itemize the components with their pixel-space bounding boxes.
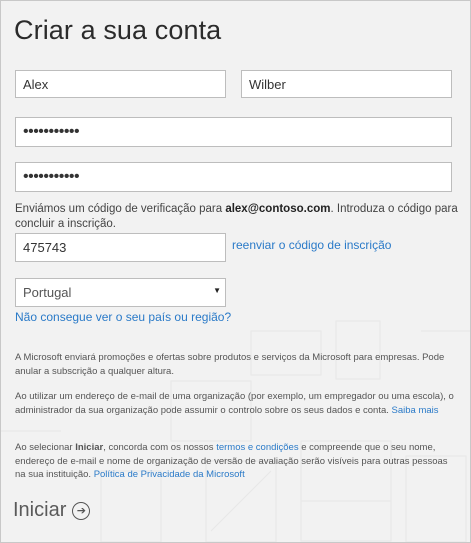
verification-code-input[interactable]: 475743 — [15, 233, 226, 262]
promo-notice: A Microsoft enviará promoções e ofertas … — [15, 352, 445, 377]
verification-message: Enviámos um código de verificação para a… — [15, 202, 461, 232]
last-name-input[interactable]: Wilber — [241, 70, 452, 98]
start-button-label: Iniciar — [13, 499, 67, 521]
consent-middle: , concorda com os nossos — [103, 442, 217, 453]
email-address: alex@contoso.com — [225, 203, 331, 215]
privacy-policy-link[interactable]: Política de Privacidade da Microsoft — [94, 469, 245, 480]
verification-text-before: Enviámos um código de verificação para — [15, 203, 226, 215]
dropdown-arrow-icon: ▼ — [213, 286, 221, 295]
country-select[interactable]: Portugal ▼ — [15, 278, 226, 307]
consent-notice: Ao selecionar Iniciar, concorda com os n… — [15, 441, 457, 482]
learn-more-link[interactable]: Saiba mais — [392, 405, 439, 416]
org-notice: Ao utilizar um endereço de e-mail de uma… — [15, 390, 457, 417]
resend-code-link[interactable]: reenviar o código de inscrição — [232, 238, 391, 252]
password-input[interactable]: ••••••••••• — [15, 117, 452, 147]
signup-panel: Criar a sua conta Alex Wilber ••••••••••… — [0, 0, 471, 543]
start-button[interactable]: Iniciar ➔ — [13, 499, 91, 522]
first-name-input[interactable]: Alex — [15, 70, 226, 98]
terms-link[interactable]: termos e condições — [216, 442, 298, 453]
org-notice-text: Ao utilizar um endereço de e-mail de uma… — [15, 391, 454, 416]
country-selected-value: Portugal — [23, 285, 72, 300]
consent-start-word: Iniciar — [75, 442, 104, 453]
consent-prefix: Ao selecionar — [15, 442, 76, 453]
country-help-link[interactable]: Não consegue ver o seu país ou região? — [15, 310, 231, 324]
confirm-password-input[interactable]: ••••••••••• — [15, 162, 452, 192]
arrow-right-circle-icon: ➔ — [72, 501, 91, 520]
page-title: Criar a sua conta — [14, 15, 222, 45]
